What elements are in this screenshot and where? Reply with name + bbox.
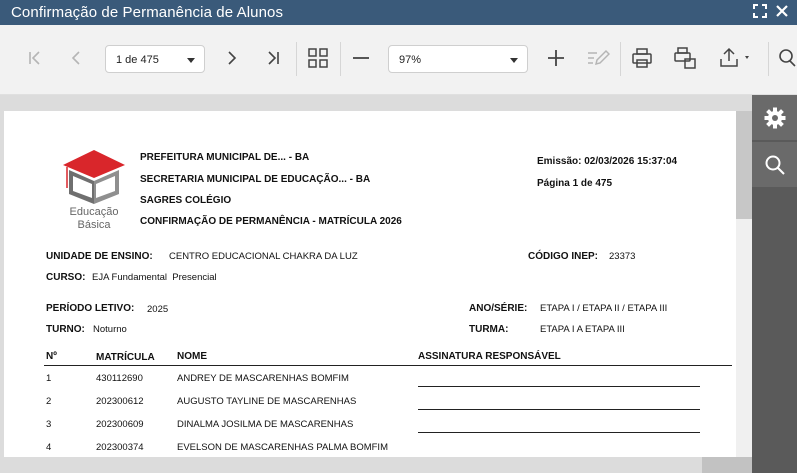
previous-page-button[interactable] [64, 45, 90, 71]
turma-value: ETAPA I A ETAPA III [540, 324, 625, 335]
edit-button[interactable] [585, 45, 611, 71]
row-matricula: 202300609 [96, 419, 144, 430]
document-viewer[interactable]: Educação Básica PREFEITURA MUNICIPAL DE.… [0, 95, 752, 473]
row-number: 2 [46, 396, 52, 407]
page-info: Página 1 de 475 [537, 178, 613, 189]
settings-button[interactable] [752, 95, 797, 140]
header-line: PREFEITURA MUNICIPAL DE... - BA [140, 152, 310, 163]
search-button[interactable] [776, 45, 797, 71]
periodo-value: 2025 [147, 304, 169, 315]
plus-icon [548, 50, 564, 66]
export-button[interactable] [716, 45, 756, 71]
toolbar-divider [296, 42, 297, 76]
printer-icon [632, 48, 652, 68]
column-header-nome: NOME [177, 351, 207, 362]
maximize-icon[interactable] [753, 4, 767, 18]
toolbar-divider [340, 42, 341, 76]
minus-icon [353, 57, 369, 59]
row-nome: AUGUSTO TAYLINE DE MASCARENHAS [177, 396, 357, 407]
emission-date: Emissão: 02/03/2026 15:37:04 [537, 156, 678, 167]
print-preview-button[interactable] [672, 45, 698, 71]
curso-value: EJA Fundamental Presencial [92, 272, 217, 283]
unidade-value: CENTRO EDUCACIONAL CHAKRA DA LUZ [169, 251, 358, 262]
row-number: 4 [46, 442, 52, 453]
row-matricula: 202300612 [96, 396, 144, 407]
vertical-scrollbar[interactable] [736, 111, 752, 457]
zoom-select[interactable]: 97% [388, 45, 528, 73]
page-select[interactable]: 1 de 475 [105, 45, 205, 73]
scrollbar-thumb[interactable] [736, 111, 752, 219]
row-nome: ANDREY DE MASCARENHAS BOMFIM [177, 373, 349, 384]
viewer-toolbar: 1 de 475 97% [0, 25, 797, 95]
chevron-right-icon [228, 51, 237, 65]
signature-line [418, 432, 700, 433]
search-icon [779, 49, 796, 67]
education-logo: Educação Básica [59, 148, 129, 236]
chevron-down-icon [510, 58, 518, 63]
signature-line [418, 386, 700, 387]
turma-label: TURMA: [469, 324, 509, 335]
header-line: SECRETARIA MUNICIPAL DE EDUCAÇÃO... - BA [140, 174, 371, 185]
close-icon[interactable] [775, 4, 789, 18]
curso-label: CURSO: [46, 272, 86, 283]
logo-caption: Básica [77, 219, 111, 231]
multi-page-button[interactable] [305, 45, 331, 71]
search-icon [765, 155, 785, 175]
table-header-divider [44, 365, 732, 366]
column-header-assinatura: ASSINATURA RESPONSÁVEL [418, 351, 561, 362]
column-header-number: Nº [46, 351, 57, 362]
chevron-left-icon [71, 51, 80, 65]
row-nome: EVELSON DE MASCARENHAS PALMA BOMFIM [177, 442, 388, 453]
first-page-icon [29, 51, 40, 65]
inep-label: CÓDIGO INEP: [528, 251, 599, 262]
page-select-value: 1 de 475 [116, 54, 159, 66]
side-search-button[interactable] [752, 142, 797, 187]
row-number: 3 [46, 419, 52, 430]
print-button[interactable] [629, 45, 655, 71]
logo-caption: Educação [69, 206, 119, 218]
unidade-label: UNIDADE DE ENSINO: [46, 251, 153, 262]
ano-label: ANO/SÉRIE: [469, 303, 528, 314]
next-page-button[interactable] [218, 45, 244, 71]
header-line: SAGRES COLÉGIO [140, 195, 232, 206]
print-preview-icon [674, 47, 696, 69]
turno-label: TURNO: [46, 324, 85, 335]
window-titlebar: Confirmação de Permanência de Alunos [0, 0, 797, 25]
last-page-icon [268, 51, 279, 65]
first-page-button[interactable] [22, 45, 48, 71]
ano-value: ETAPA I / ETAPA II / ETAPA III [540, 303, 668, 314]
horizontal-scrollbar[interactable] [702, 457, 752, 473]
zoom-in-button[interactable] [543, 45, 569, 71]
row-matricula: 430112690 [96, 373, 143, 384]
turno-value: Noturno [93, 324, 127, 335]
zoom-out-button[interactable] [348, 45, 374, 71]
gear-icon [764, 107, 785, 128]
grid-icon [308, 48, 328, 68]
edit-icon [588, 49, 610, 66]
window-title: Confirmação de Permanência de Alunos [11, 4, 284, 21]
report-title: CONFIRMAÇÃO DE PERMANÊNCIA - MATRÍCULA 2… [140, 216, 402, 227]
report-page: Educação Básica PREFEITURA MUNICIPAL DE.… [4, 111, 736, 457]
periodo-label: PERÍODO LETIVO: [46, 303, 135, 314]
row-number: 1 [46, 373, 52, 384]
column-header-matricula: MATRÍCULA [96, 352, 155, 363]
export-icon [720, 47, 749, 67]
signature-line [418, 409, 700, 410]
chevron-down-icon [187, 58, 195, 63]
side-panel [752, 95, 797, 473]
inep-value: 23373 [609, 251, 636, 262]
last-page-button[interactable] [260, 45, 286, 71]
row-nome: DINALMA JOSILMA DE MASCARENHAS [177, 419, 354, 430]
row-matricula: 202300374 [96, 442, 144, 453]
toolbar-divider [620, 42, 621, 76]
graduation-cap-icon [63, 150, 125, 204]
toolbar-divider [768, 42, 769, 76]
zoom-select-value: 97% [399, 54, 422, 66]
